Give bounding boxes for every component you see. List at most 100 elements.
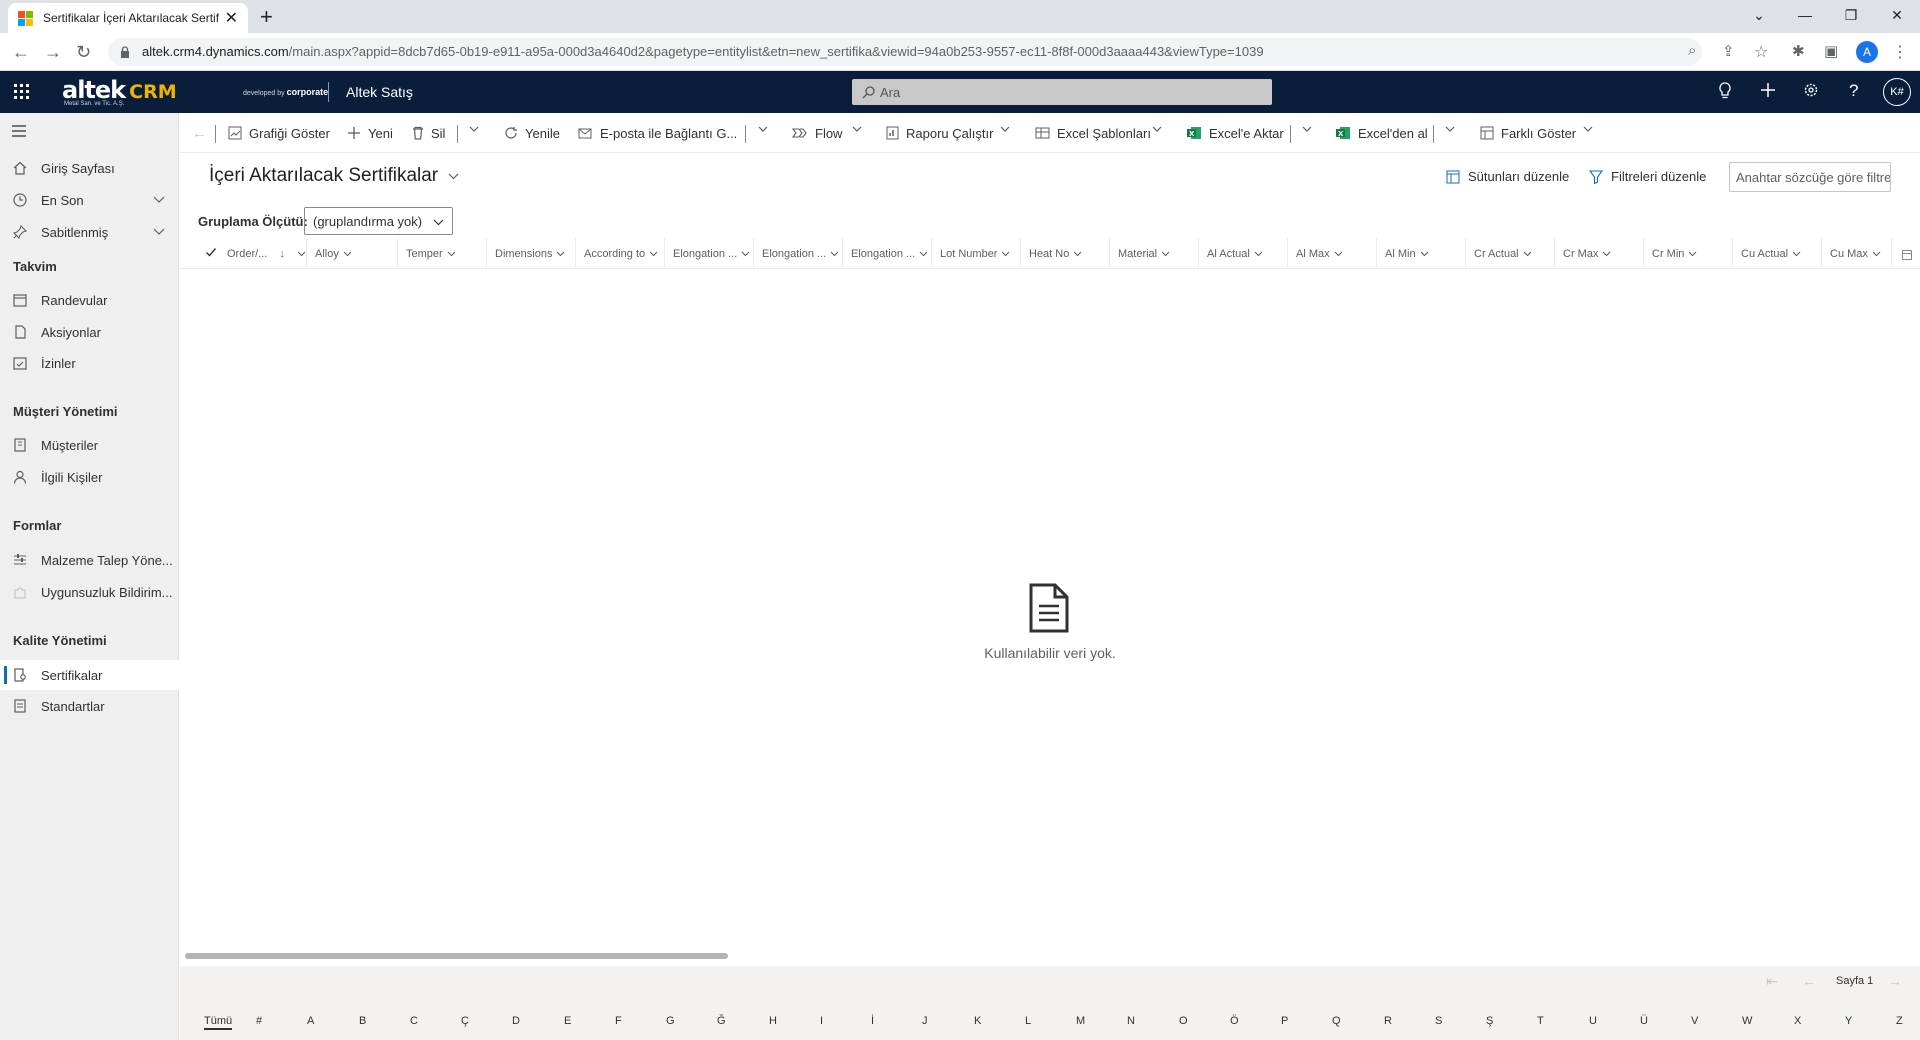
chevron-down-icon[interactable] [469, 126, 479, 133]
close-tab-icon[interactable]: ✕ [225, 8, 238, 28]
edit-filters-button[interactable]: Filtreleri düzenle [1589, 169, 1706, 184]
hamburger-menu-icon[interactable] [12, 125, 26, 137]
jump-letter[interactable]: Q [1332, 1015, 1341, 1027]
chevron-down-icon[interactable] [1000, 126, 1010, 133]
chrome-menu-icon[interactable]: ⋮ [1892, 42, 1908, 62]
jump-letter[interactable]: J [922, 1015, 928, 1027]
column-header[interactable]: Elongation ... [754, 238, 843, 269]
column-header[interactable]: Material [1110, 238, 1199, 269]
jump-letter[interactable]: B [359, 1015, 366, 1027]
restore-icon[interactable]: ❐ [1828, 0, 1874, 30]
altek-crm-logo[interactable]: altek CRM [62, 76, 177, 104]
jump-letter[interactable]: İ [871, 1015, 874, 1027]
zoom-icon[interactable]: ⌕ [1688, 42, 1696, 59]
jump-letter[interactable]: Ü [1640, 1015, 1648, 1027]
column-header[interactable]: Cu Actual [1733, 238, 1822, 269]
share-icon[interactable]: ⇪ [1722, 42, 1735, 60]
column-header[interactable]: Heat No [1021, 238, 1110, 269]
chevron-down-icon[interactable] [153, 228, 165, 236]
settings-gear-icon[interactable] [1803, 82, 1819, 98]
excel-templates-button[interactable]: Excel Şablonları [1035, 113, 1151, 153]
back-icon[interactable]: ← [12, 42, 30, 63]
jump-letter[interactable]: W [1742, 1015, 1752, 1027]
horizontal-scrollbar[interactable] [185, 953, 728, 959]
lightbulb-icon[interactable] [1718, 82, 1732, 100]
jump-letter[interactable]: V [1691, 1015, 1698, 1027]
refresh-button[interactable]: Yenile [504, 113, 560, 153]
sidebar-item-nonconformity[interactable]: Uygunsuzluk Bildirim... [0, 577, 179, 607]
global-search-input[interactable]: Ara [852, 79, 1272, 105]
column-header[interactable]: Cr Max [1555, 238, 1644, 269]
jump-letter[interactable]: X [1794, 1015, 1801, 1027]
browser-tab[interactable]: Sertifikalar İçeri Aktarılacak Sertif ✕ [8, 3, 248, 33]
chevron-down-icon[interactable] [1152, 126, 1162, 133]
url-text[interactable]: altek.crm4.dynamics.com/main.aspx?appid=… [142, 44, 1264, 59]
export-excel-button[interactable]: X Excel'e Aktar [1187, 113, 1284, 153]
sidebar-item-customers[interactable]: Müşteriler [0, 430, 179, 460]
jump-letter[interactable]: # [256, 1015, 262, 1027]
jump-letter[interactable]: P [1281, 1015, 1288, 1027]
select-all-checkmark-icon[interactable] [205, 246, 217, 258]
jump-all[interactable]: Tümü [204, 1015, 233, 1030]
jump-letter[interactable]: K [974, 1015, 981, 1027]
run-report-button[interactable]: Raporu Çalıştır [886, 113, 993, 153]
app-launcher-icon[interactable] [14, 84, 30, 100]
show-chart-button[interactable]: Grafiği Göster [228, 113, 330, 153]
previous-page-icon[interactable]: ← [1802, 973, 1816, 989]
chrome-profile-avatar[interactable]: A [1856, 41, 1878, 63]
chevron-down-icon[interactable] [1302, 126, 1312, 133]
jump-letter[interactable]: M [1076, 1015, 1085, 1027]
delete-button[interactable]: Sil [412, 113, 445, 153]
import-excel-button[interactable]: X Excel'den al [1336, 113, 1428, 153]
jump-letter[interactable]: N [1127, 1015, 1135, 1027]
jump-letter[interactable]: O [1179, 1015, 1188, 1027]
first-page-icon[interactable]: ⇤ [1766, 973, 1778, 990]
column-header[interactable]: Cr Actual [1466, 238, 1555, 269]
add-icon[interactable] [1760, 82, 1776, 98]
chevron-down-icon[interactable] [852, 126, 862, 133]
jump-letter[interactable]: F [615, 1015, 622, 1027]
jump-letter[interactable]: L [1025, 1015, 1031, 1027]
jump-letter[interactable]: H [769, 1015, 777, 1027]
chevron-down-icon[interactable] [1445, 126, 1455, 133]
sidebar-item-standards[interactable]: Standartlar [0, 691, 179, 721]
sidebar-item-certificates[interactable]: Sertifikalar [0, 660, 179, 690]
new-tab-icon[interactable]: + [260, 4, 273, 30]
user-avatar[interactable]: K# [1883, 78, 1911, 106]
edit-columns-button[interactable]: Sütunları düzenle [1446, 169, 1569, 184]
jump-letter[interactable]: E [564, 1015, 571, 1027]
jump-letter[interactable]: Ş [1486, 1015, 1493, 1027]
column-header[interactable]: Cu Max [1822, 238, 1892, 269]
jump-letter[interactable]: T [1537, 1015, 1544, 1027]
chevron-down-icon[interactable] [153, 196, 165, 204]
sidebar-item-material-request[interactable]: Malzeme Talep Yöne... [0, 545, 179, 575]
jump-letter[interactable]: A [307, 1015, 314, 1027]
sidebar-item-pinned[interactable]: Sabitlenmiş [0, 217, 179, 247]
sidebar-item-actions[interactable]: Aksiyonlar [0, 317, 179, 347]
jump-letter[interactable]: U [1589, 1015, 1597, 1027]
jump-letter[interactable]: Ö [1230, 1015, 1239, 1027]
sidepanel-icon[interactable]: ▣ [1824, 42, 1838, 60]
jump-letter[interactable]: Z [1896, 1015, 1903, 1027]
jump-letter[interactable]: Ç [461, 1015, 469, 1027]
column-header[interactable]: According to [576, 238, 665, 269]
column-header[interactable]: Order/... ↓ [219, 238, 307, 269]
back-arrow-icon[interactable]: ← [192, 113, 207, 153]
chevron-down-icon[interactable] [758, 126, 768, 133]
column-header[interactable]: Alloy [307, 238, 398, 269]
help-icon[interactable]: ? [1849, 81, 1858, 101]
jump-letter[interactable]: I [820, 1015, 823, 1027]
reload-icon[interactable]: ↻ [76, 42, 91, 63]
new-button[interactable]: Yeni [347, 113, 393, 153]
sidebar-item-leaves[interactable]: İzinler [0, 348, 179, 378]
keyword-filter-input[interactable]: Anahtar sözcüğe göre filtrele [1729, 162, 1891, 192]
jump-letter[interactable]: Ğ [717, 1015, 726, 1027]
jump-letter[interactable]: S [1435, 1015, 1442, 1027]
column-settings-icon[interactable] [1902, 250, 1912, 260]
app-name[interactable]: Altek Satış [346, 84, 413, 100]
column-header[interactable]: Dimensions [487, 238, 576, 269]
minimize-icon[interactable]: — [1782, 0, 1828, 30]
column-header[interactable]: Al Max [1288, 238, 1377, 269]
extensions-icon[interactable]: ✱ [1792, 42, 1805, 60]
sidebar-item-recent[interactable]: En Son [0, 185, 179, 215]
